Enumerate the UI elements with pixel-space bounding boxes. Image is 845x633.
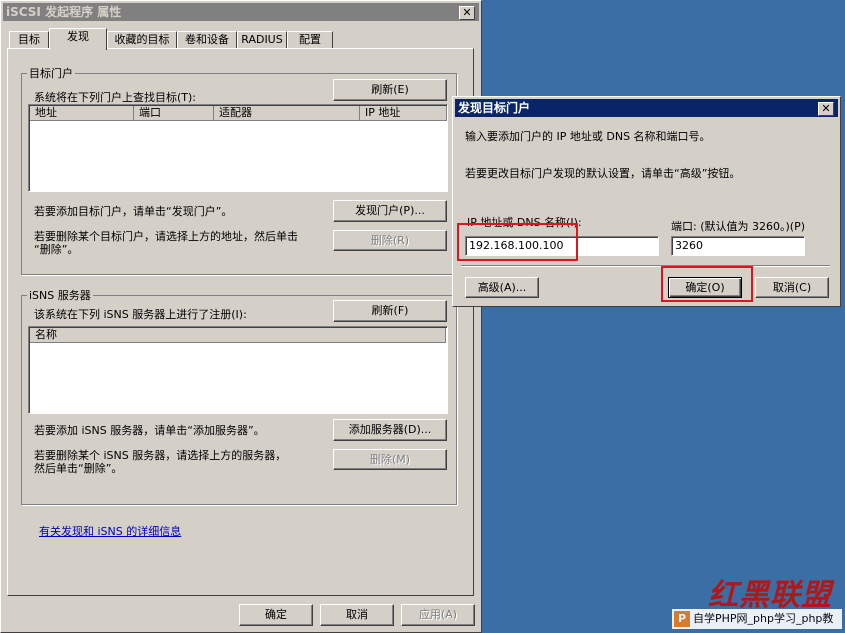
add-isns-hint: 若要添加 iSNS 服务器，请单击“添加服务器”。 (34, 424, 265, 437)
remove-isns-button[interactable]: 删除(M) (333, 449, 447, 470)
discover-intro-text: 输入要添加门户的 IP 地址或 DNS 名称和端口号。 (465, 130, 711, 143)
tab-radius[interactable]: RADIUS (237, 31, 287, 49)
column-header-ip-address[interactable]: IP 地址 (360, 106, 447, 121)
column-header-name[interactable]: 名称 (30, 328, 446, 343)
ok-highlight-box (661, 266, 753, 302)
discover-title-bar[interactable]: 发现目标门户 ✕ (455, 99, 838, 117)
add-portal-hint: 若要添加目标门户，请单击“发现门户”。 (34, 205, 233, 218)
refresh-isns-button[interactable]: 刷新(F) (333, 300, 447, 322)
tab-targets[interactable]: 目标 (9, 31, 49, 49)
isns-server-list[interactable]: 名称 (28, 326, 448, 414)
discover-cancel-button[interactable]: 取消(C) (755, 277, 829, 298)
port-label: 端口: (默认值为 3260。)(P) (671, 220, 805, 233)
site-watermark: P 自学PHP网_php学习_php教 (672, 609, 842, 629)
isns-servers-label: iSNS 服务器 (27, 289, 93, 302)
ip-highlight-box (457, 223, 578, 261)
remove-isns-hint-line2: 然后单击“删除”。 (34, 462, 123, 475)
portal-description: 系统将在下列门户上查找目标(T): (34, 91, 197, 104)
tab-configuration[interactable]: 配置 (287, 31, 333, 49)
discover-dialog-title: 发现目标门户 (458, 101, 531, 115)
brand-watermark: 红黑联盟 (708, 578, 832, 613)
portal-list[interactable]: 地址 端口 适配器 IP 地址 (28, 104, 448, 192)
apply-button[interactable]: 应用(A) (401, 604, 475, 626)
column-header-adapter[interactable]: 适配器 (214, 106, 360, 121)
target-portals-label: 目标门户 (27, 67, 75, 80)
main-close-button[interactable]: ✕ (459, 6, 475, 20)
main-dialog-title: iSCSI 发起程序 属性 (6, 5, 122, 19)
discovery-info-link[interactable]: 有关发现和 iSNS 的详细信息 (39, 523, 181, 539)
main-title-bar[interactable]: iSCSI 发起程序 属性 ✕ (3, 3, 479, 21)
remove-isns-hint-line1: 若要删除某个 iSNS 服务器，请选择上方的服务器， (34, 449, 287, 462)
cancel-button[interactable]: 取消 (320, 604, 394, 626)
ok-button[interactable]: 确定 (239, 604, 313, 626)
tab-favorite-targets[interactable]: 收藏的目标 (107, 31, 177, 49)
remove-portal-hint-line1: 若要删除某个目标门户，请选择上方的地址，然后单击 (34, 230, 298, 243)
tab-volumes-devices[interactable]: 卷和设备 (177, 31, 237, 49)
tab-discovery[interactable]: 发现 (49, 28, 107, 50)
discover-portal-dialog: 发现目标门户 ✕ 输入要添加门户的 IP 地址或 DNS 名称和端口号。 若要更… (452, 96, 841, 307)
column-header-address[interactable]: 地址 (30, 106, 134, 121)
site-text: 自学PHP网_php学习_php教 (693, 612, 834, 625)
refresh-portals-button[interactable]: 刷新(E) (333, 79, 447, 101)
site-badge-icon: P (674, 611, 690, 627)
isns-description: 该系统在下列 iSNS 服务器上进行了注册(I): (34, 308, 247, 321)
remove-portal-hint-line2: “删除”。 (34, 243, 79, 256)
advanced-button[interactable]: 高级(A)... (465, 277, 539, 298)
advanced-hint-text: 若要更改目标门户发现的默认设置，请单击“高级”按钮。 (465, 167, 741, 180)
column-header-port[interactable]: 端口 (134, 106, 214, 121)
remove-portal-button[interactable]: 删除(R) (333, 230, 447, 251)
add-server-button[interactable]: 添加服务器(D)... (333, 419, 447, 441)
discover-separator (461, 265, 830, 267)
port-input[interactable]: 3260 (671, 236, 805, 256)
discover-portal-button[interactable]: 发现门户(P)... (333, 200, 447, 222)
discover-close-button[interactable]: ✕ (818, 102, 834, 116)
iscsi-properties-dialog: iSCSI 发起程序 属性 ✕ 目标 发现 收藏的目标 卷和设备 RADIUS … (0, 0, 482, 633)
